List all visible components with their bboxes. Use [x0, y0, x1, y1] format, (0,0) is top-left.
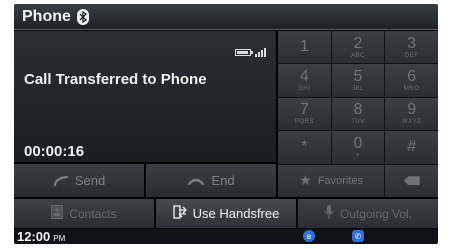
status-bar: 12:00 PM ʙ ✆	[14, 229, 438, 244]
send-label: Send	[74, 173, 106, 188]
end-label: End	[211, 173, 235, 188]
clock-time: 12:00	[17, 229, 51, 244]
key-letters: WXYZ	[401, 119, 422, 126]
phone-status-icon: ✆	[352, 230, 364, 242]
call-timer: 00:00:16	[24, 143, 85, 160]
battery-icon	[235, 49, 253, 56]
phone-end-icon	[187, 173, 205, 189]
star-icon: ★	[299, 172, 312, 189]
bluetooth-icon	[76, 8, 89, 25]
key-digit: 4	[299, 68, 309, 86]
signal-strength-icon	[255, 48, 266, 57]
key-digit: 0	[353, 134, 363, 152]
key-3[interactable]: 3 DEF	[385, 31, 438, 64]
key-star[interactable]: *	[278, 131, 331, 164]
key-0[interactable]: 0 +	[331, 131, 385, 164]
microphone-icon	[324, 205, 334, 222]
favorites-button[interactable]: ★ Favorites	[278, 164, 385, 197]
key-digit: 8	[353, 101, 363, 119]
phone-screen: Phone Call Transferred to Phone 00:00:16…	[14, 4, 438, 244]
key-letters: TUV	[351, 119, 365, 126]
outgoing-vol-button[interactable]: Outgoing Vol.	[298, 199, 438, 228]
delete-button[interactable]	[385, 164, 438, 197]
key-7[interactable]: 7 PQRS	[278, 97, 331, 131]
key-6[interactable]: 6 MNO	[385, 64, 438, 97]
end-button[interactable]: End	[146, 164, 276, 197]
bottom-button-bar: Contacts Use Handsfree Outgoing Vol.	[14, 199, 438, 228]
use-handsfree-button[interactable]: Use Handsfree	[156, 199, 296, 228]
page-title: Phone	[22, 7, 71, 25]
send-button[interactable]: Send	[14, 164, 144, 197]
bluetooth-status-icon: ʙ	[303, 230, 315, 242]
key-digit: 7	[299, 101, 309, 119]
contacts-icon	[51, 205, 64, 222]
outgoing-vol-label: Outgoing Vol.	[339, 206, 413, 221]
key-hash[interactable]: #	[385, 131, 438, 164]
key-digit: 6	[407, 68, 417, 86]
key-digit: 3	[407, 34, 417, 52]
dial-keypad: 1 2 ABC 3 DEF 4 GHI 5 JKL 6 MNO 7 PQRS 8 TUV 9W…	[278, 31, 438, 197]
clock-ampm: PM	[53, 233, 66, 243]
key-digit: 9	[407, 101, 417, 119]
call-buttons: Send End	[14, 164, 276, 197]
key-5[interactable]: 5 JKL	[331, 64, 385, 97]
call-status-panel: Call Transferred to Phone 00:00:16	[14, 31, 276, 162]
key-digit: 5	[353, 68, 363, 86]
key-8[interactable]: 8 TUV	[331, 97, 385, 131]
key-digit: *	[301, 138, 308, 156]
favorites-label: Favorites	[317, 174, 364, 187]
key-digit: #	[407, 138, 417, 156]
header-bar: Phone	[14, 4, 438, 30]
key-9[interactable]: 9 WXYZ	[385, 97, 438, 131]
key-letters: GHI	[298, 86, 311, 93]
key-digit: 1	[299, 37, 309, 55]
key-letters: JKL	[352, 86, 364, 93]
transfer-icon	[172, 205, 187, 222]
key-1[interactable]: 1	[278, 31, 331, 64]
backspace-icon	[403, 176, 420, 186]
key-digit: 2	[353, 34, 363, 52]
key-2[interactable]: 2 ABC	[331, 31, 385, 64]
phone-signal-indicator	[235, 48, 266, 57]
contacts-button[interactable]: Contacts	[14, 199, 154, 228]
key-letters: +	[355, 152, 360, 159]
key-4[interactable]: 4 GHI	[278, 64, 331, 97]
key-letters: PQRS	[294, 119, 314, 126]
key-letters: MNO	[403, 86, 420, 93]
phone-send-icon	[53, 173, 69, 189]
use-handsfree-label: Use Handsfree	[192, 206, 280, 221]
contacts-label: Contacts	[69, 206, 117, 221]
key-letters: ABC	[351, 52, 365, 59]
key-letters: DEF	[404, 52, 419, 59]
call-status-text: Call Transferred to Phone	[24, 71, 207, 88]
